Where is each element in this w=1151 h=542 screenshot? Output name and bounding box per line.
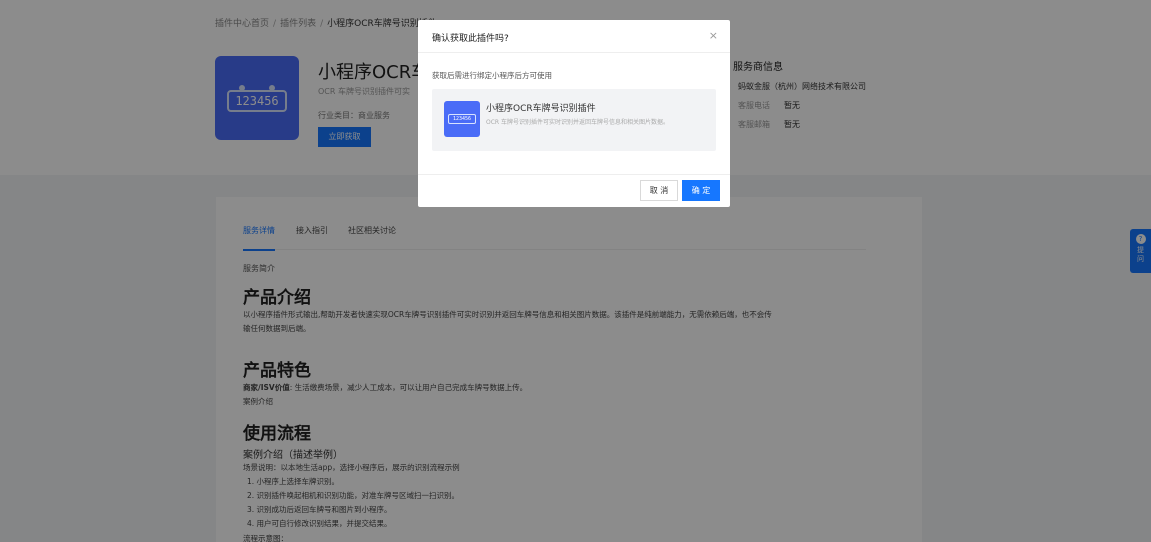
dialog-title: 确认获取此插件吗?	[432, 34, 509, 44]
plugin-logo: 123456	[444, 101, 480, 137]
cancel-button[interactable]: 取 消	[640, 180, 678, 201]
confirm-button[interactable]: 确 定	[682, 180, 720, 201]
license-plate-icon: 123456	[448, 114, 476, 124]
close-icon[interactable]: ×	[709, 29, 718, 42]
dialog-plugin-name: 小程序OCR车牌号识别插件	[486, 104, 596, 114]
divider	[418, 174, 730, 175]
dialog-plugin-description: OCR 车牌号识别插件可实时识别并返回车牌号信息和相关图片数据。	[486, 119, 669, 126]
dialog-message: 获取后需进行绑定小程序后方可使用	[432, 71, 552, 80]
dialog-plugin-card: 123456 小程序OCR车牌号识别插件 OCR 车牌号识别插件可实时识别并返回…	[432, 89, 716, 151]
divider	[418, 52, 730, 53]
confirm-dialog: 确认获取此插件吗? × 获取后需进行绑定小程序后方可使用 123456 小程序O…	[418, 20, 730, 207]
